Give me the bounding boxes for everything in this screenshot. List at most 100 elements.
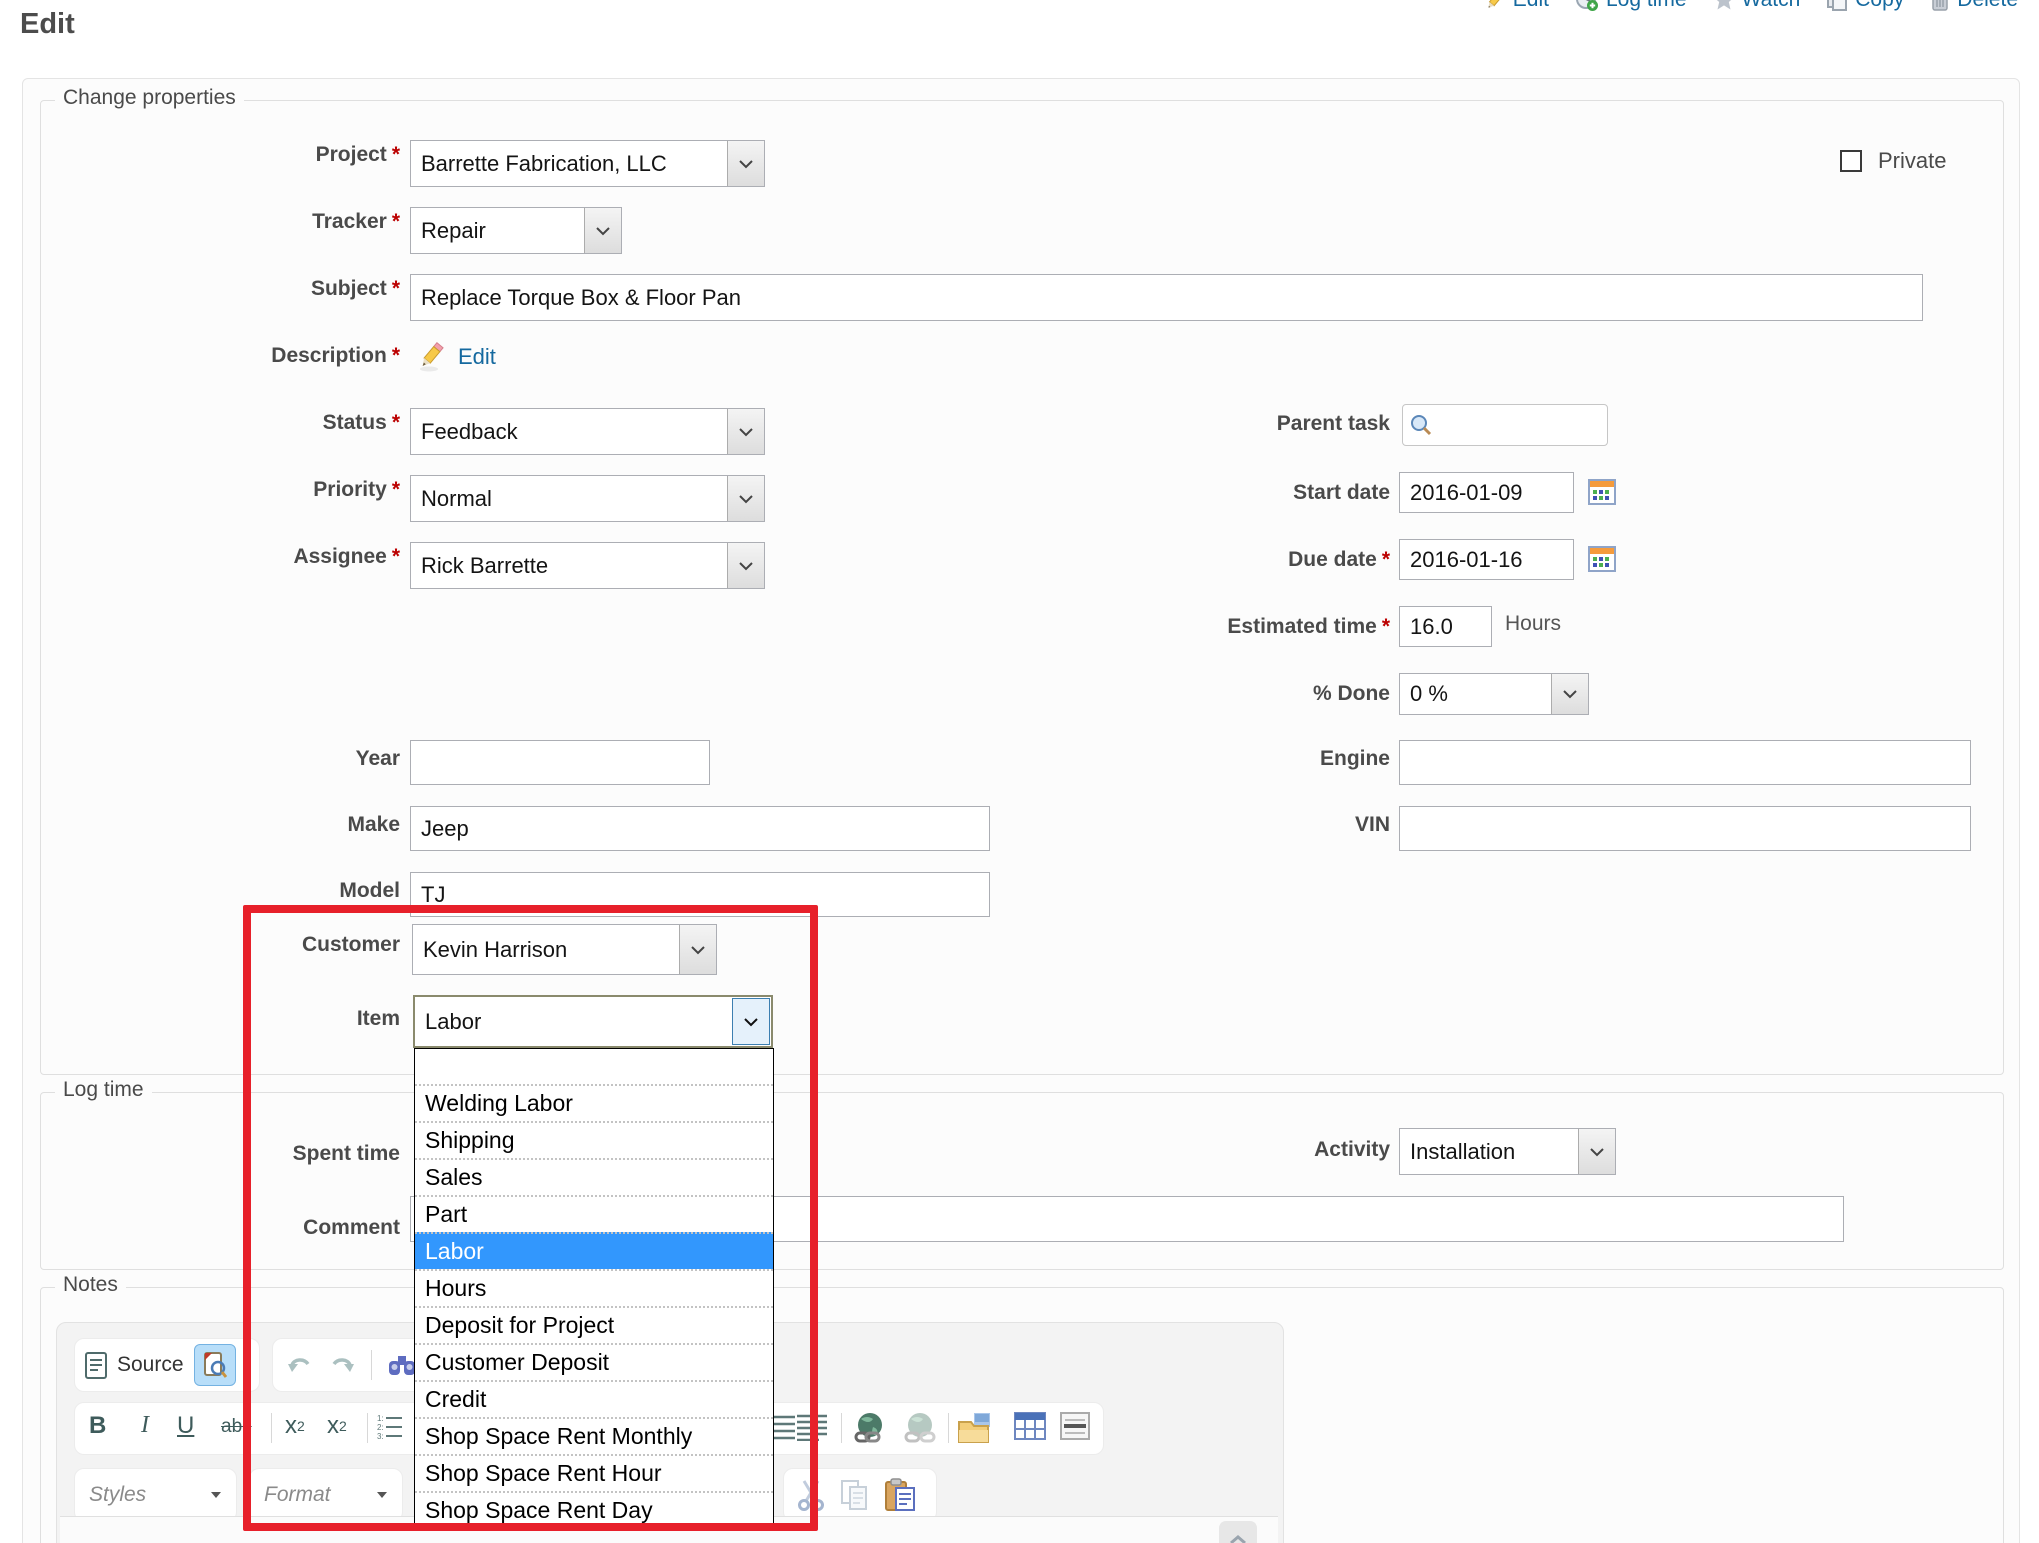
- year-label: Year: [0, 747, 400, 771]
- annotation-highlight-box: [243, 905, 818, 1531]
- underline-button[interactable]: U: [177, 1412, 194, 1440]
- priority-select-value: Normal: [411, 476, 727, 521]
- source-button[interactable]: Source: [117, 1353, 184, 1377]
- activity-select-value: Installation: [1400, 1129, 1578, 1174]
- model-label: Model: [0, 879, 400, 903]
- editor-source-group: Source: [74, 1338, 260, 1392]
- chevron-down-icon: [727, 409, 764, 454]
- issue-action-bar: Edit Log time Watch Copy Delete: [1484, 0, 2018, 12]
- private-checkbox[interactable]: [1840, 150, 1862, 172]
- clock-plus-icon: [1575, 0, 1599, 12]
- table-icon[interactable]: [1014, 1412, 1046, 1440]
- calendar-icon[interactable]: [1587, 476, 1617, 506]
- assignee-select-value: Rick Barrette: [411, 543, 727, 588]
- subject-input[interactable]: Replace Torque Box & Floor Pan: [410, 274, 1923, 321]
- status-select[interactable]: Feedback: [410, 408, 765, 455]
- toolbar-divider: [841, 1413, 842, 1443]
- delete-action-link[interactable]: Delete: [1930, 0, 2018, 12]
- activity-label: Activity: [990, 1138, 1390, 1162]
- priority-select[interactable]: Normal: [410, 475, 765, 522]
- chevron-up-icon: [1229, 1535, 1247, 1543]
- activity-select[interactable]: Installation: [1399, 1128, 1616, 1175]
- chevron-down-icon: [727, 141, 764, 186]
- assignee-label: Assignee*: [0, 545, 400, 569]
- change-properties-legend: Change properties: [55, 86, 244, 110]
- chevron-down-icon: [1551, 674, 1588, 714]
- assignee-select[interactable]: Rick Barrette: [410, 542, 765, 589]
- action-label: Log time: [1606, 0, 1687, 12]
- description-edit-link[interactable]: Edit: [458, 344, 496, 370]
- paste-icon[interactable]: [884, 1478, 916, 1512]
- estimated-time-label: Estimated time*: [990, 615, 1390, 639]
- copy-icon: [1826, 0, 1848, 11]
- image-icon[interactable]: [957, 1410, 995, 1446]
- estimated-time-suffix: Hours: [1505, 612, 1561, 636]
- tracker-select-value: Repair: [411, 208, 584, 253]
- percent-done-label: % Done: [990, 682, 1390, 706]
- chevron-down-icon: [727, 543, 764, 588]
- toolbar-divider: [948, 1413, 949, 1443]
- horizontal-rule-icon[interactable]: [1060, 1412, 1090, 1440]
- page-title: Edit: [20, 8, 75, 41]
- parent-task-input[interactable]: [1402, 404, 1608, 446]
- edit-action-link[interactable]: Edit: [1484, 0, 1549, 12]
- parent-task-label: Parent task: [990, 412, 1390, 436]
- link-icon[interactable]: [853, 1411, 887, 1445]
- trash-icon: [1930, 0, 1950, 11]
- search-icon: [1409, 413, 1433, 437]
- vin-input[interactable]: [1399, 806, 1971, 851]
- chevron-down-icon: [727, 476, 764, 521]
- styles-dropdown-label: Styles: [89, 1483, 146, 1507]
- chevron-down-icon: [1578, 1129, 1615, 1174]
- action-label: Delete: [1957, 0, 2018, 12]
- percent-done-select[interactable]: 0 %: [1399, 673, 1589, 715]
- pencil-icon: [415, 340, 447, 372]
- due-date-input[interactable]: 2016-01-16: [1399, 539, 1574, 580]
- percent-done-select-value: 0 %: [1400, 674, 1551, 714]
- priority-label: Priority*: [0, 478, 400, 502]
- make-input[interactable]: Jeep: [410, 806, 990, 851]
- chevron-down-icon: [584, 208, 621, 253]
- tracker-select[interactable]: Repair: [410, 207, 622, 254]
- log-time-legend: Log time: [55, 1078, 152, 1102]
- subject-label: Subject*: [0, 277, 400, 301]
- private-label: Private: [1878, 148, 1946, 174]
- project-label: Project*: [0, 143, 400, 167]
- watch-action-link[interactable]: Watch: [1713, 0, 1801, 12]
- project-select-value: Barrette Fabrication, LLC: [411, 141, 727, 186]
- unlink-icon[interactable]: [903, 1411, 937, 1445]
- estimated-time-input[interactable]: 16.0: [1399, 606, 1492, 647]
- action-label: Copy: [1855, 0, 1904, 12]
- template-preview-icon: [203, 1352, 227, 1378]
- source-document-icon: [85, 1352, 107, 1379]
- start-date-label: Start date: [990, 481, 1390, 505]
- log-time-action-link[interactable]: Log time: [1575, 0, 1687, 12]
- make-label: Make: [0, 813, 400, 837]
- copy-icon[interactable]: [840, 1479, 870, 1511]
- engine-input[interactable]: [1399, 740, 1971, 785]
- issue-edit-page: Edit Log time Watch Copy Delete E: [0, 0, 2039, 1543]
- templates-button[interactable]: [194, 1344, 236, 1386]
- tracker-label: Tracker*: [0, 210, 400, 234]
- vin-label: VIN: [990, 813, 1390, 837]
- chevron-down-icon: [210, 1491, 222, 1499]
- subject-input-value: Replace Torque Box & Floor Pan: [421, 285, 741, 311]
- due-date-label: Due date*: [990, 548, 1390, 572]
- star-icon: [1713, 0, 1735, 11]
- start-date-input[interactable]: 2016-01-09: [1399, 472, 1574, 513]
- year-input[interactable]: [410, 740, 710, 785]
- calendar-icon[interactable]: [1587, 543, 1617, 573]
- copy-action-link[interactable]: Copy: [1826, 0, 1904, 12]
- action-label: Edit: [1513, 0, 1549, 12]
- bold-button[interactable]: B: [89, 1412, 106, 1440]
- status-label: Status*: [0, 411, 400, 435]
- status-select-value: Feedback: [411, 409, 727, 454]
- styles-dropdown[interactable]: Styles: [74, 1468, 237, 1522]
- description-label: Description*: [0, 344, 400, 368]
- project-select[interactable]: Barrette Fabrication, LLC: [410, 140, 765, 187]
- notes-legend: Notes: [55, 1273, 126, 1297]
- italic-button[interactable]: I: [141, 1412, 149, 1439]
- action-label: Watch: [1742, 0, 1801, 12]
- scroll-up-button[interactable]: [1219, 1521, 1257, 1543]
- pencil-icon: [1484, 0, 1506, 11]
